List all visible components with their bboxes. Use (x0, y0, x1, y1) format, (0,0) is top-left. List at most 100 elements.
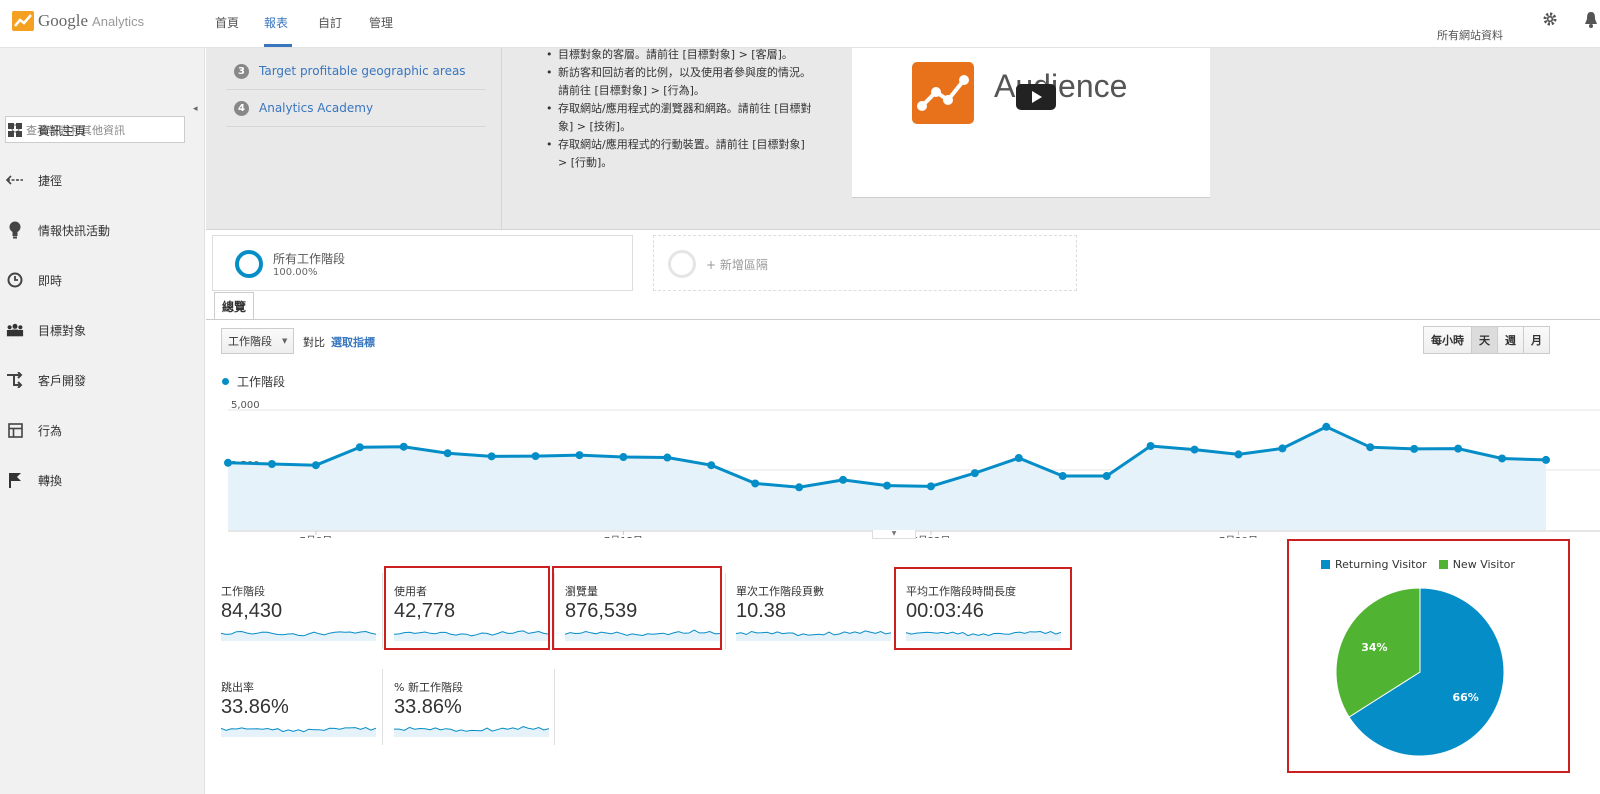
stat-label: 跳出率 (221, 681, 254, 694)
play-icon[interactable] (1016, 84, 1056, 110)
sidebar-item-label: 即時 (38, 273, 63, 288)
data-point (1014, 454, 1023, 462)
shortcut-icon (6, 171, 24, 189)
metric-select[interactable]: 工作階段 ▼ (221, 328, 294, 354)
sidebar-item-label: 捷徑 (38, 173, 63, 188)
pie-legend-returning[interactable]: Returning Visitor (1321, 558, 1427, 571)
data-point (707, 461, 716, 470)
account-selector[interactable]: 所有網站資料 (1437, 27, 1503, 43)
data-point (839, 475, 848, 484)
legend-swatch (1321, 560, 1330, 569)
video-thumbnail[interactable]: Audience (852, 48, 1210, 198)
stat-label: 工作階段 (221, 585, 265, 598)
sidebar-item-dashboards[interactable]: 資訊主頁 (0, 116, 205, 144)
tip-item: 存取網站/應用程式的瀏覽器和網路。請前往 [目標對象] > [技術]。 (546, 100, 816, 136)
segment-ring-icon (235, 250, 263, 278)
data-point (1234, 450, 1243, 459)
legend-swatch (1438, 560, 1448, 569)
sidebar-item-label: 資訊主頁 (38, 123, 87, 138)
sidebar: ◂ 查看報表和其他資訊 資訊主頁 捷徑 情報快訊活動 即時 目標對象 客戶開發 … (0, 48, 205, 794)
pie-chart: 66% 34% (1335, 587, 1505, 757)
data-point (663, 453, 672, 462)
stat-bounce-rate[interactable]: 跳出率 33.86% (221, 669, 376, 739)
sparkline (736, 630, 891, 641)
tab-divider (206, 319, 1600, 320)
tip-item: 目標對象的客層。請前往 [目標對象] > [客層]。 (546, 46, 816, 64)
sparkline (221, 726, 376, 737)
sidebar-item-intelligence[interactable]: 情報快訊活動 (0, 216, 205, 244)
pie-legend: Returning Visitor New Visitor (1321, 558, 1527, 571)
stat-pages-per-session[interactable]: 單次工作階段頁數 10.38 (736, 573, 891, 643)
segment-ring-icon (668, 250, 696, 278)
tip-item: 新訪客和回訪者的比例，以及使用者參與度的情況。請前往 [目標對象] > [行為]… (546, 64, 816, 100)
resources-panel: 3 Target profitable geographic areas 4 A… (206, 46, 1600, 230)
pie-legend-label: Returning Visitor (1335, 558, 1427, 571)
segment-all-sessions[interactable]: 所有工作階段 100.00% (212, 235, 633, 291)
data-point (355, 443, 364, 452)
stat-divider (382, 669, 383, 745)
sidebar-item-audience[interactable]: 目標對象 (0, 316, 205, 344)
x-tick-label: 7月8日 (299, 535, 332, 538)
data-point (1410, 444, 1419, 453)
nav-home[interactable]: 首頁 (215, 14, 239, 31)
sidebar-item-label: 目標對象 (38, 323, 87, 338)
gear-icon[interactable] (1542, 11, 1558, 27)
stat-divider (725, 573, 726, 649)
data-point (1498, 454, 1507, 463)
sidebar-item-label: 轉換 (38, 473, 63, 488)
period-hourly-button[interactable]: 每小時 (1424, 327, 1472, 353)
add-segment-button[interactable]: + 新增區隔 (653, 235, 1077, 291)
stat-new-sessions[interactable]: % 新工作階段 33.86% (394, 669, 549, 739)
sidebar-item-acquisition[interactable]: 客戶開發 (0, 366, 205, 394)
nav-customization[interactable]: 自訂 (318, 14, 342, 31)
stat-divider (554, 669, 555, 745)
stat-sessions[interactable]: 工作階段 84,430 (221, 573, 376, 643)
sidebar-item-behavior[interactable]: 行為 (0, 416, 205, 444)
add-segment-label: + 新增區隔 (706, 258, 768, 272)
nav-admin[interactable]: 管理 (369, 14, 393, 31)
period-day-button[interactable]: 天 (1472, 327, 1498, 353)
chart-resize-handle[interactable]: ▼ (872, 530, 916, 539)
tab-overview[interactable]: 總覽 (214, 292, 254, 320)
stat-value: 33.86% (221, 696, 289, 718)
lightbulb-icon (6, 221, 24, 239)
step-number: 4 (234, 100, 249, 116)
pie-legend-new[interactable]: New Visitor (1438, 558, 1515, 571)
data-point (795, 483, 804, 492)
sidebar-item-shortcuts[interactable]: 捷徑 (0, 166, 205, 194)
sparkline-area (394, 726, 549, 737)
sidebar-item-conversions[interactable]: 轉換 (0, 466, 205, 494)
x-tick-label: 7月22日 (911, 535, 950, 538)
x-tick-label: 7月29日 (1219, 535, 1258, 538)
sidebar-item-label: 行為 (38, 423, 63, 438)
behavior-icon (6, 421, 24, 439)
sessions-line-chart: 5,0002,5007月8日7月15日7月22日7月29日 (224, 400, 1600, 538)
pie-legend-label: New Visitor (1452, 558, 1515, 571)
google-analytics-logo[interactable]: Google Analytics (12, 9, 144, 33)
period-week-button[interactable]: 週 (1498, 327, 1524, 353)
stat-divider (382, 573, 383, 649)
step-link-geographic[interactable]: 3 Target profitable geographic areas (226, 53, 486, 90)
data-point (224, 458, 232, 467)
highlight-box-duration (894, 567, 1072, 650)
x-tick-label: 7月15日 (604, 535, 643, 538)
vs-label: 對比 (303, 336, 325, 349)
step-link-academy[interactable]: 4 Analytics Academy (226, 90, 486, 127)
sidebar-item-realtime[interactable]: 即時 (0, 266, 205, 294)
steps-list: 3 Target profitable geographic areas 4 A… (206, 48, 502, 230)
data-point (1146, 442, 1155, 450)
pie-data-label: 34% (1361, 641, 1387, 654)
nav-reporting[interactable]: 報表 (264, 14, 288, 31)
stat-value: 10.38 (736, 600, 787, 622)
stat-label: % 新工作階段 (394, 681, 463, 694)
segment-name: 所有工作階段 (273, 252, 346, 266)
collapse-sidebar-icon[interactable]: ◂ (193, 104, 198, 114)
period-month-button[interactable]: 月 (1524, 327, 1549, 353)
bell-icon[interactable] (1584, 11, 1598, 29)
series-area (228, 426, 1546, 530)
data-point (443, 449, 452, 458)
analytics-logo-icon (12, 11, 34, 31)
choose-metric-link[interactable]: 選取指標 (331, 334, 375, 350)
pie-data-label: 66% (1452, 691, 1478, 704)
highlight-box-users (384, 566, 550, 650)
